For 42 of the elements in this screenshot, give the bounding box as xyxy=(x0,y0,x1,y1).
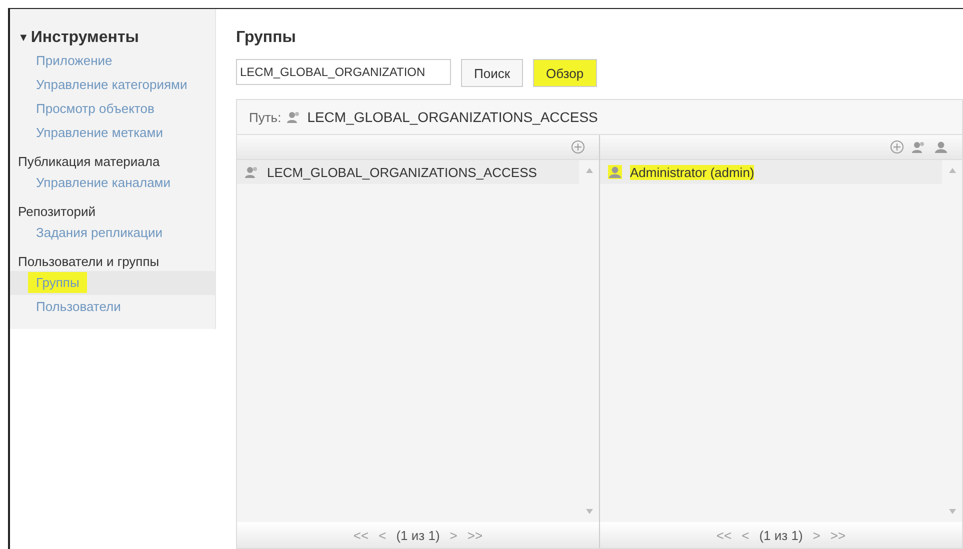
add-icon[interactable] xyxy=(571,140,585,154)
add-icon[interactable] xyxy=(890,140,904,154)
scroll-up-icon[interactable] xyxy=(948,168,956,173)
expand-toggle[interactable]: ▼ xyxy=(18,32,29,44)
first-page-link[interactable]: << xyxy=(716,528,732,542)
sidebar-item[interactable]: Пользователи xyxy=(10,295,215,319)
page-info: (1 из 1) xyxy=(759,528,803,542)
sidebar-item[interactable]: Задания репликации xyxy=(10,221,215,245)
sidebar-item[interactable]: Управление категориями xyxy=(10,73,215,97)
section-label: Публикация материала xyxy=(17,153,161,171)
path-value: LECM_GLOBAL_ORGANIZATIONS_ACCESS xyxy=(307,109,598,125)
user-group-icon xyxy=(287,110,302,124)
scroll-up-icon[interactable] xyxy=(586,168,592,173)
last-page-link[interactable]: >> xyxy=(830,528,846,542)
scroll-down-icon[interactable] xyxy=(586,509,592,514)
sidebar-item[interactable]: Просмотр объектов xyxy=(10,97,215,121)
sidebar-item[interactable]: Управление каналами xyxy=(10,171,215,195)
section-label: Репозиторий xyxy=(17,203,96,221)
page-title: Группы xyxy=(236,29,297,47)
search-button[interactable]: Поиск xyxy=(461,59,524,87)
browse-button[interactable]: Обзор xyxy=(533,59,597,87)
sidebar-item[interactable]: Управление метками xyxy=(10,121,215,145)
user-group-icon[interactable] xyxy=(912,140,926,154)
section-label: Пользователи и группы xyxy=(17,253,160,271)
search-field[interactable]: LECM_GLOBAL_ORGANIZATION xyxy=(236,59,451,85)
user-group-icon xyxy=(245,165,259,179)
list-row[interactable]: Administrator (admin) xyxy=(600,160,942,184)
list-row[interactable]: LECM_GLOBAL_ORGANIZATIONS_ACCESS xyxy=(237,160,579,184)
last-page-link[interactable]: >> xyxy=(467,528,483,542)
prev-page-link[interactable]: < xyxy=(378,528,386,542)
path-label: Путь: xyxy=(249,110,282,124)
first-page-link[interactable]: << xyxy=(353,528,369,542)
scroll-down-icon[interactable] xyxy=(948,509,956,514)
next-page-link[interactable]: > xyxy=(812,528,820,542)
section-title: Инструменты xyxy=(30,29,139,47)
sidebar-item[interactable]: Группы xyxy=(10,271,215,295)
user-icon[interactable] xyxy=(934,140,948,154)
sidebar-item[interactable]: Приложение xyxy=(10,49,215,73)
page-info: (1 из 1) xyxy=(396,528,440,542)
prev-page-link[interactable]: < xyxy=(742,528,750,542)
user-icon xyxy=(608,165,622,179)
next-page-link[interactable]: > xyxy=(450,528,458,542)
